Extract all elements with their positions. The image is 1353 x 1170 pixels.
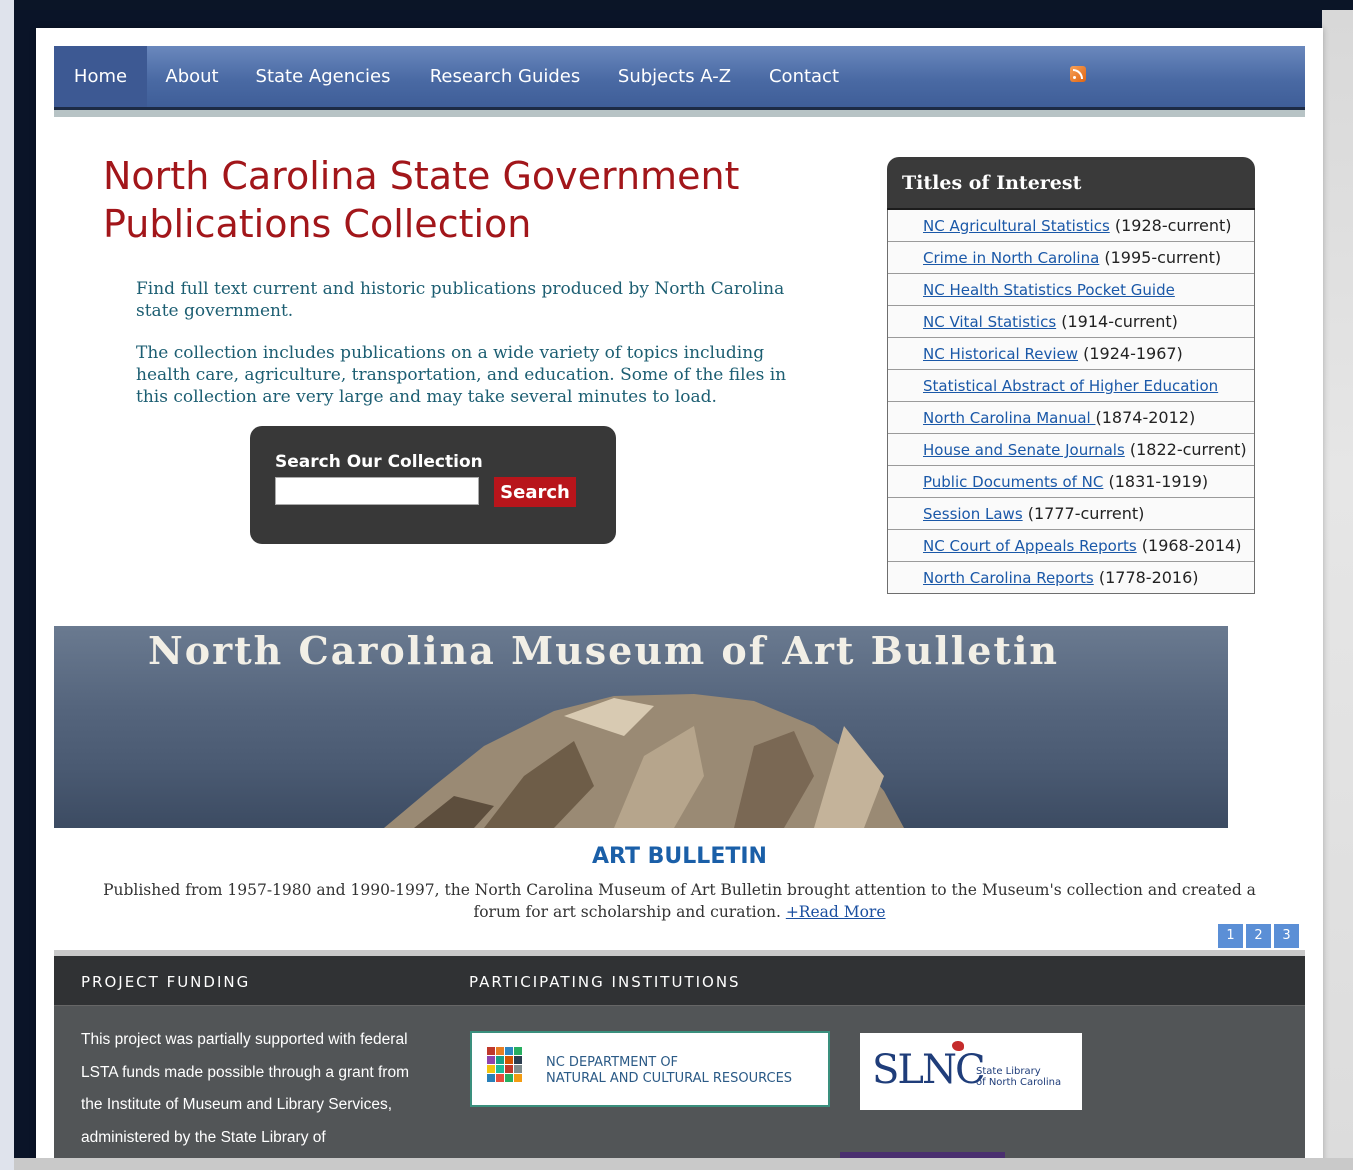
search-button[interactable]: Search xyxy=(494,477,576,507)
nav-divider xyxy=(54,110,1305,117)
title-link[interactable]: Public Documents of NC xyxy=(923,473,1103,491)
title-link[interactable]: Crime in North Carolina xyxy=(923,249,1099,267)
window-bottom-edge xyxy=(14,1158,1353,1170)
footer: PROJECT FUNDING PARTICIPATING INSTITUTIO… xyxy=(54,950,1305,1170)
title-years: (1831-1919) xyxy=(1103,472,1209,491)
list-item: Statistical Abstract of Higher Education xyxy=(888,369,1254,401)
footer-heading-band: PROJECT FUNDING PARTICIPATING INSTITUTIO… xyxy=(54,956,1305,1006)
title-years: (1995-current) xyxy=(1099,248,1222,267)
title-link[interactable]: Statistical Abstract of Higher Education xyxy=(923,377,1218,395)
list-item: Session Laws (1777-current) xyxy=(888,497,1254,529)
search-label: Search Our Collection xyxy=(275,452,483,472)
slnc-sub-line-2: of North Carolina xyxy=(976,1077,1062,1088)
title-years: (1874-2012) xyxy=(1095,408,1196,427)
ncdnr-line-1: NC DEPARTMENT OF xyxy=(546,1055,679,1070)
search-input[interactable] xyxy=(275,477,479,505)
title-years: (1928-current) xyxy=(1109,216,1232,235)
window-top-edge xyxy=(14,0,1353,10)
title-years: (1822-current) xyxy=(1124,440,1247,459)
ncdnr-logo[interactable]: NC DEPARTMENT OF NATURAL AND CULTURAL RE… xyxy=(470,1031,830,1107)
intro-paragraph-1: Find full text current and historic publ… xyxy=(136,279,785,321)
funding-text: This project was partially supported wit… xyxy=(81,1031,409,1146)
title-link[interactable]: North Carolina Reports xyxy=(923,569,1094,587)
search-panel: Search Our Collection Search xyxy=(250,426,616,544)
page-title: North Carolina State Government Publicat… xyxy=(103,154,740,246)
title-years: (1778-2016) xyxy=(1093,568,1199,587)
pager-page-2[interactable]: 2 xyxy=(1246,924,1271,948)
titles-of-interest: Titles of Interest NC Agricultural Stati… xyxy=(887,157,1255,594)
banner-title: North Carolina Museum of Art Bulletin xyxy=(148,628,1060,673)
main-nav: Home About State Agencies Research Guide… xyxy=(54,46,1305,110)
slnc-logo[interactable]: SLNC State Library of North Carolina xyxy=(860,1033,1082,1110)
titles-list: NC Agricultural Statistics (1928-current… xyxy=(887,210,1255,594)
feature-title[interactable]: ART BULLETIN xyxy=(36,844,1323,869)
nav-research-guides[interactable]: Research Guides xyxy=(416,46,594,107)
page-container: Home About State Agencies Research Guide… xyxy=(36,28,1323,1170)
feature-text: Published from 1957-1980 and 1990-1997, … xyxy=(103,881,1256,921)
title-years: (1914-current) xyxy=(1056,312,1178,331)
feature-description: Published from 1957-1980 and 1990-1997, … xyxy=(86,879,1273,923)
slnc-sub-line-1: State Library xyxy=(976,1066,1041,1077)
list-item: NC Agricultural Statistics (1928-current… xyxy=(888,210,1254,241)
list-item: North Carolina Manual (1874-2012) xyxy=(888,401,1254,433)
list-item: NC Historical Review (1924-1967) xyxy=(888,337,1254,369)
ncdnr-mosaic-icon xyxy=(487,1047,533,1093)
list-item: NC Vital Statistics (1914-current) xyxy=(888,305,1254,337)
slnc-subtitle: State Library of North Carolina xyxy=(976,1066,1061,1088)
slide-pager: 123 xyxy=(1218,924,1302,948)
title-years: (1777-current) xyxy=(1022,504,1145,523)
ncdnr-name: NC DEPARTMENT OF NATURAL AND CULTURAL RE… xyxy=(546,1055,792,1087)
list-item: Public Documents of NC (1831-1919) xyxy=(888,465,1254,497)
pager-page-3[interactable]: 3 xyxy=(1274,924,1299,948)
list-item: North Carolina Reports (1778-2016) xyxy=(888,561,1254,593)
title-link[interactable]: NC Agricultural Statistics xyxy=(923,217,1110,235)
institutions-heading: PARTICIPATING INSTITUTIONS xyxy=(469,973,741,991)
nav-about[interactable]: About xyxy=(147,46,237,107)
title-link[interactable]: NC Vital Statistics xyxy=(923,313,1056,331)
intro-text: Find full text current and historic publ… xyxy=(136,278,816,428)
list-item: Crime in North Carolina (1995-current) xyxy=(888,241,1254,273)
title-link[interactable]: NC Health Statistics Pocket Guide xyxy=(923,281,1175,299)
titles-of-interest-heading: Titles of Interest xyxy=(887,157,1255,210)
list-item: NC Health Statistics Pocket Guide xyxy=(888,273,1254,305)
title-years: (1924-1967) xyxy=(1078,344,1183,363)
list-item: House and Senate Journals (1822-current) xyxy=(888,433,1254,465)
intro-paragraph-2: The collection includes publications on … xyxy=(136,343,787,407)
pager-page-1[interactable]: 1 xyxy=(1218,924,1243,948)
nav-contact[interactable]: Contact xyxy=(757,46,851,107)
ncdnr-line-2: NATURAL AND CULTURAL RESOURCES xyxy=(546,1071,793,1086)
nav-home[interactable]: Home xyxy=(54,46,147,107)
title-link[interactable]: Session Laws xyxy=(923,505,1023,523)
title-link[interactable]: House and Senate Journals xyxy=(923,441,1125,459)
list-item: NC Court of Appeals Reports (1968-2014) xyxy=(888,529,1254,561)
nav-state-agencies[interactable]: State Agencies xyxy=(242,46,404,107)
page-background xyxy=(1322,10,1353,1170)
slnc-wordmark: SLNC xyxy=(872,1047,986,1093)
nav-subjects-az[interactable]: Subjects A-Z xyxy=(608,46,741,107)
title-link[interactable]: North Carolina Manual xyxy=(923,409,1095,427)
feature-banner[interactable]: North Carolina Museum of Art Bulletin xyxy=(54,626,1228,828)
read-more-link[interactable]: +Read More xyxy=(786,903,886,921)
rss-icon[interactable] xyxy=(1070,66,1086,82)
project-funding-heading: PROJECT FUNDING xyxy=(81,973,251,991)
window-left-edge xyxy=(0,0,14,1170)
title-link[interactable]: NC Court of Appeals Reports xyxy=(923,537,1137,555)
title-years: (1968-2014) xyxy=(1136,536,1242,555)
title-link[interactable]: NC Historical Review xyxy=(923,345,1078,363)
